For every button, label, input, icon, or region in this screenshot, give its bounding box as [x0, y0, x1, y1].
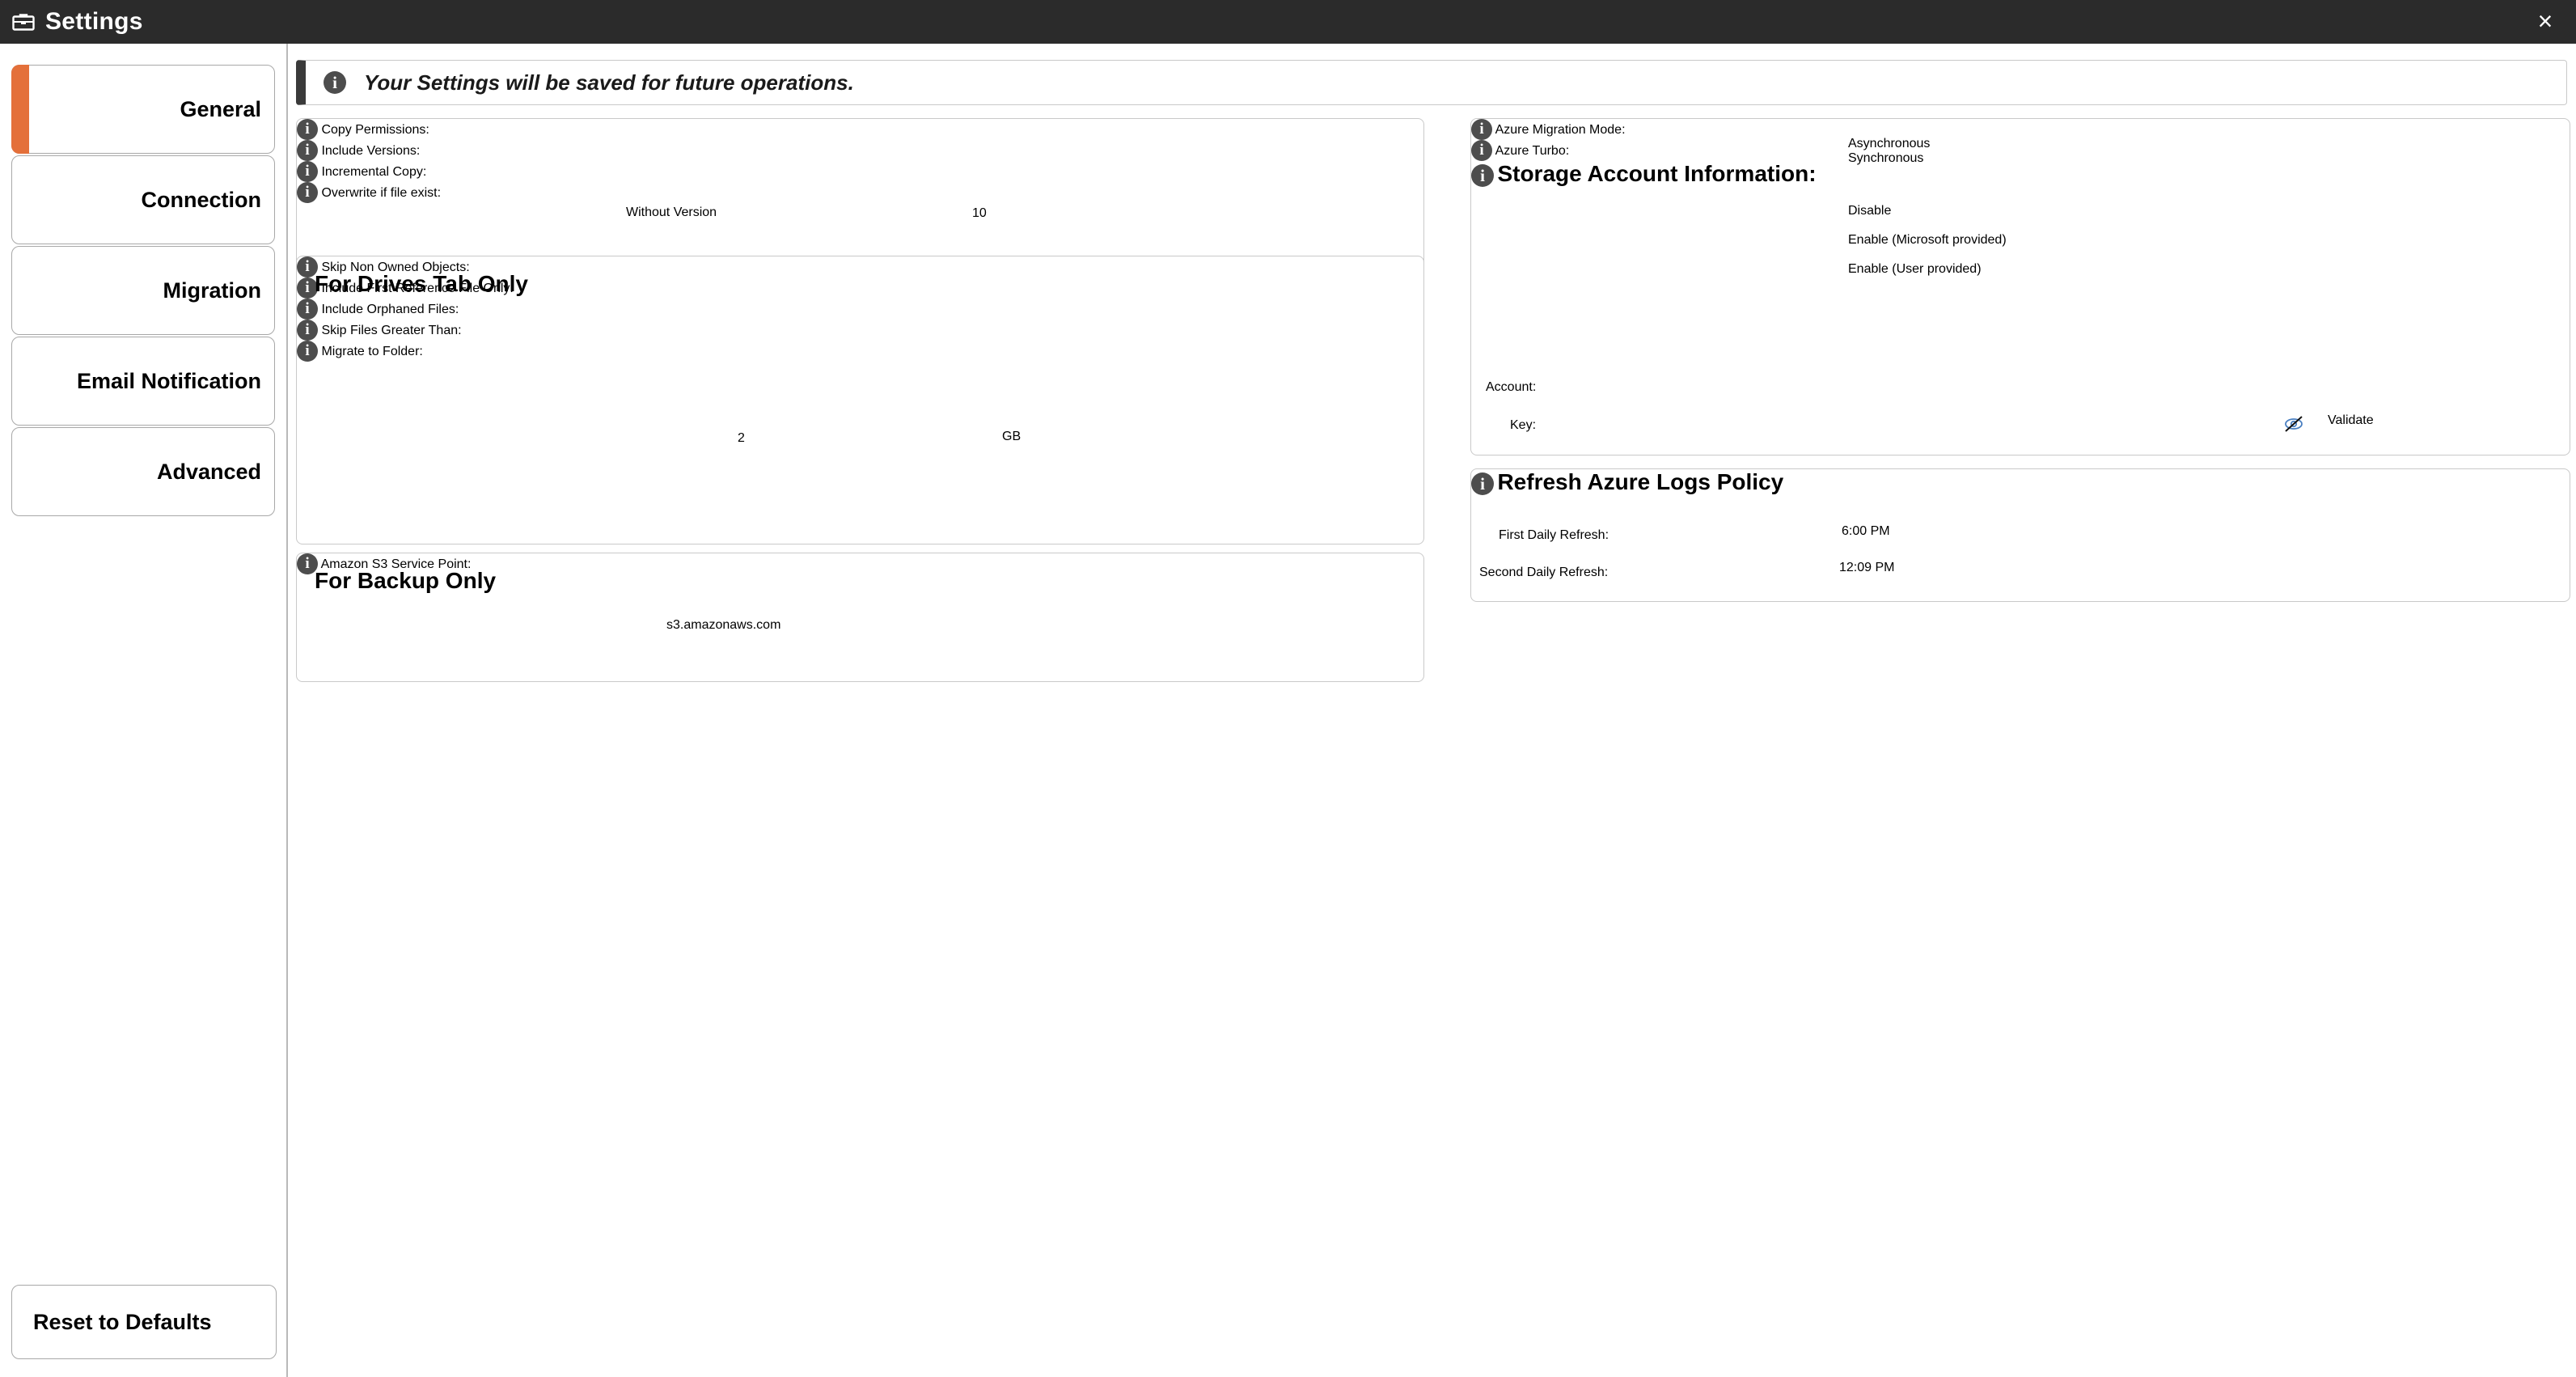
info-icon: i — [324, 71, 346, 94]
incremental-copy-label: Incremental Copy: — [321, 165, 427, 179]
skip-files-greater-row: i Skip Files Greater Than: — [297, 320, 1423, 341]
key-label: Key: — [1510, 418, 1537, 432]
sidebar-item-migration[interactable]: Migration — [11, 246, 275, 335]
window-title: Settings — [45, 8, 143, 35]
storage-account-title-row: i Storage Account Information: — [1471, 161, 2570, 187]
include-versions-row: i Include Versions: — [297, 140, 1423, 161]
sidebar-item-email-notification[interactable]: Email Notification — [11, 337, 275, 426]
sidebar: General Connection Migration Email Notif… — [0, 44, 288, 1377]
migrate-to-folder-label: Migrate to Folder: — [321, 345, 423, 358]
include-versions-count: 10 — [972, 206, 987, 220]
azure-migration-mode-radiogroup: Asynchronous Synchronous — [1848, 137, 1930, 166]
skip-files-unit-value: GB — [1002, 430, 1022, 443]
second-daily-refresh-label: Second Daily Refresh: — [1479, 566, 1609, 579]
info-icon: i — [1471, 472, 1494, 495]
info-banner: i Your Settings will be saved for future… — [296, 60, 2567, 105]
title-bar: Settings × — [0, 0, 2576, 44]
first-daily-refresh-time[interactable]: 6:00 PM — [1842, 524, 2197, 539]
migrate-to-folder-row: i Migrate to Folder: — [297, 341, 1423, 362]
radio-label: Asynchronous — [1848, 137, 1931, 150]
refresh-policy-title: Refresh Azure Logs Policy — [1497, 469, 1784, 494]
refresh-policy-title-row: i Refresh Azure Logs Policy — [1471, 469, 2570, 495]
s3-service-point-input[interactable]: s3.amazonaws.com — [666, 618, 1085, 633]
azure-migration-mode-row: i Azure Migration Mode: — [1471, 119, 2570, 140]
reset-to-defaults-button[interactable]: Reset to Defaults — [11, 1285, 277, 1359]
radio-label: Disable — [1848, 204, 1892, 218]
radio-label: Synchronous — [1848, 151, 1924, 165]
copy-permissions-row: i Copy Permissions: — [297, 119, 1423, 140]
info-icon: i — [297, 140, 318, 161]
backup-panel-title: For Backup Only — [315, 568, 497, 593]
radio-turbo-disable[interactable]: Disable — [1848, 204, 2007, 218]
radio-turbo-user[interactable]: Enable (User provided) — [1848, 262, 2007, 277]
copy-permissions-label: Copy Permissions: — [321, 123, 429, 137]
sidebar-item-connection[interactable]: Connection — [11, 155, 275, 244]
eye-slash-icon[interactable] — [2283, 416, 2304, 436]
sidebar-item-label: Connection — [141, 187, 262, 212]
info-icon: i — [1471, 140, 1492, 161]
sidebar-item-label: Advanced — [156, 459, 261, 484]
info-icon: i — [1471, 164, 1494, 187]
sidebar-item-label: Migration — [163, 278, 262, 303]
account-label: Account: — [1486, 380, 1537, 394]
close-icon[interactable]: × — [2529, 5, 2561, 37]
incremental-copy-row: i Incremental Copy: — [297, 161, 1423, 182]
refresh-policy-panel: i Refresh Azure Logs Policy First Daily … — [1470, 468, 2570, 602]
info-icon: i — [297, 161, 318, 182]
settings-content: i Your Settings will be saved for future… — [290, 44, 2576, 1377]
radio-label: Enable (User provided) — [1848, 262, 1982, 276]
storage-panel-title: Storage Account Information: — [1497, 161, 1817, 186]
azure-turbo-row: i Azure Turbo: — [1471, 140, 2570, 161]
skip-files-unit-select[interactable]: GB — [1002, 430, 1085, 467]
validate-button[interactable]: Validate — [2328, 413, 2477, 428]
azure-migration-mode-label: Azure Migration Mode: — [1495, 123, 1626, 137]
include-orphaned-row: i Include Orphaned Files: — [297, 299, 1423, 320]
info-icon: i — [297, 119, 318, 140]
azure-options-panel: i Azure Migration Mode: Asynchronous Syn… — [1470, 118, 2570, 455]
radio-turbo-microsoft[interactable]: Enable (Microsoft provided) — [1848, 233, 2007, 248]
azure-turbo-radiogroup: Disable Enable (Microsoft provided) Enab… — [1848, 204, 2007, 277]
first-daily-refresh-label: First Daily Refresh: — [1499, 528, 1609, 542]
first-daily-refresh-value: 6:00 PM — [1842, 524, 1890, 538]
info-banner-text: Your Settings will be saved for future o… — [364, 70, 854, 95]
radio-asynchronous[interactable]: Asynchronous — [1848, 137, 1930, 151]
briefcase-icon — [11, 11, 36, 32]
skip-files-greater-label: Skip Files Greater Than: — [321, 324, 462, 337]
account-input[interactable] — [1563, 375, 2555, 413]
include-versions-value: Without Version — [626, 205, 717, 219]
info-icon: i — [1471, 119, 1492, 140]
sidebar-item-label: General — [180, 96, 261, 121]
info-icon: i — [297, 299, 318, 320]
info-icon: i — [297, 320, 318, 341]
overwrite-label: Overwrite if file exist: — [321, 186, 442, 200]
include-versions-label: Include Versions: — [321, 144, 421, 158]
radio-label: Enable (Microsoft provided) — [1848, 233, 2007, 247]
sidebar-item-label: Email Notification — [76, 368, 261, 393]
radio-synchronous[interactable]: Synchronous — [1848, 151, 1930, 166]
second-daily-refresh-time[interactable]: 12:09 PM — [1839, 561, 2197, 575]
drives-panel-title: For Drives Tab Only — [315, 271, 528, 296]
azure-turbo-label: Azure Turbo: — [1495, 144, 1570, 158]
include-orphaned-label: Include Orphaned Files: — [321, 303, 459, 316]
info-icon: i — [297, 341, 318, 362]
second-daily-refresh-value: 12:09 PM — [1839, 561, 1895, 574]
include-versions-select[interactable]: Without Version — [626, 205, 959, 220]
key-input[interactable] — [1563, 413, 2274, 451]
sidebar-item-advanced[interactable]: Advanced — [11, 427, 275, 516]
overwrite-row: i Overwrite if file exist: — [297, 182, 1423, 203]
backup-panel: For Backup Only i Amazon S3 Service Poin… — [296, 553, 1424, 682]
skip-files-greater-input[interactable]: 2 — [738, 431, 990, 446]
info-icon: i — [297, 182, 318, 203]
drives-panel: For Drives Tab Only i Skip Non Owned Obj… — [296, 256, 1424, 544]
sidebar-item-general[interactable]: General — [11, 65, 275, 154]
